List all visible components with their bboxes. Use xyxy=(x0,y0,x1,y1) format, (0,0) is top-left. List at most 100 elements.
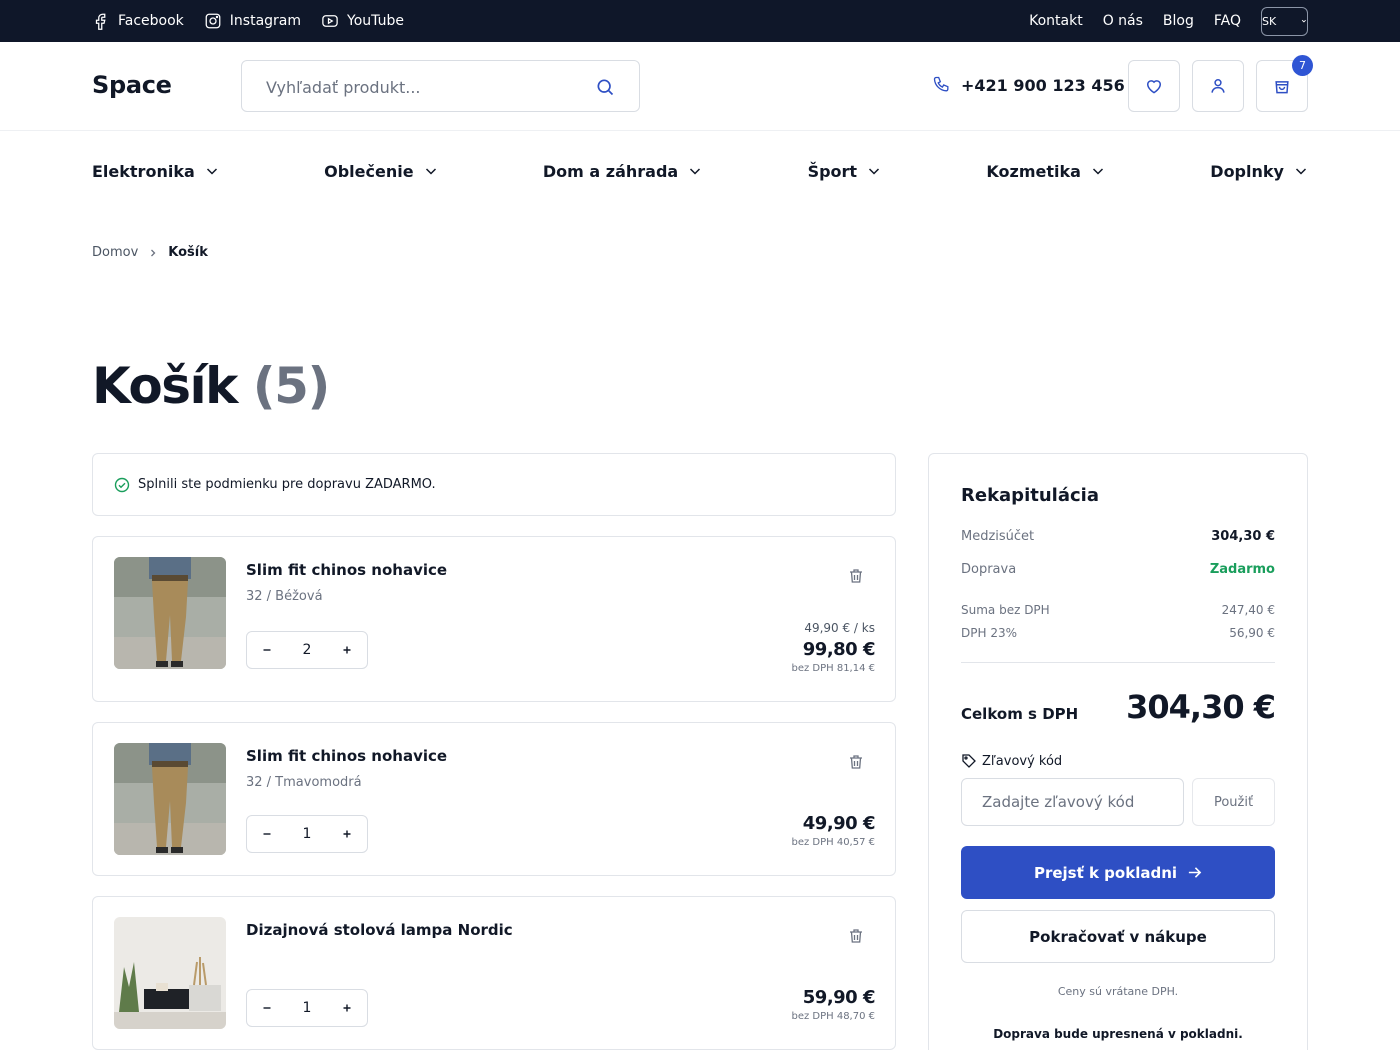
minus-icon[interactable] xyxy=(261,828,273,840)
vat-note: Ceny sú vrátane DPH. xyxy=(1057,985,1179,998)
category-label: Elektronika xyxy=(92,161,195,181)
trash-icon[interactable] xyxy=(847,753,865,771)
quantity-stepper: 1 xyxy=(246,815,368,853)
product-image[interactable] xyxy=(114,743,226,855)
breadcrumb-current: Košík xyxy=(168,245,208,260)
vat-value: 56,90 € xyxy=(1229,626,1275,640)
facebook-label: Facebook xyxy=(118,13,184,29)
cart-count-badge: 7 xyxy=(1292,55,1313,76)
net-value: 247,40 € xyxy=(1221,603,1275,617)
product-variant: 32 / Tmavomodrá xyxy=(246,775,362,790)
apply-promo-button[interactable]: Použiť xyxy=(1192,778,1275,826)
product-name[interactable]: Slim fit chinos nohavice xyxy=(246,747,447,765)
category-doplnky[interactable]: Doplnky xyxy=(1210,162,1308,181)
category-oblecenie[interactable]: Oblečenie xyxy=(324,162,437,181)
vat-row: DPH 23% 56,90 € xyxy=(961,626,1275,640)
cart-button[interactable]: 7 xyxy=(1256,55,1313,112)
promo-label-text: Zľavový kód xyxy=(982,753,1063,769)
plus-icon[interactable] xyxy=(341,1002,353,1014)
line-total: 49,90 € xyxy=(802,813,876,834)
subtotal-value: 304,30 € xyxy=(1211,529,1275,544)
chevron-down-icon xyxy=(1295,168,1306,175)
continue-shopping-button[interactable]: Pokračovať v nákupe xyxy=(961,910,1275,963)
chevron-down-icon xyxy=(1092,168,1103,175)
arrow-right-icon xyxy=(1188,867,1202,878)
instagram-link[interactable]: Instagram xyxy=(204,12,301,30)
category-label: Oblečenie xyxy=(324,161,414,181)
instagram-icon xyxy=(205,13,221,29)
language-value: SK xyxy=(1262,14,1277,28)
youtube-label: YouTube xyxy=(347,13,404,29)
vat-label: DPH 23% xyxy=(961,626,1017,640)
product-name[interactable]: Dizajnová stolová lampa Nordic xyxy=(246,921,513,939)
category-dom-a-zahrada[interactable]: Dom a záhrada xyxy=(543,162,702,181)
product-image[interactable] xyxy=(114,917,226,1029)
summary-title: Rekapitulácia xyxy=(961,485,1099,506)
wishlist-button[interactable] xyxy=(1128,60,1180,112)
price-block: 49,90 € bez DPH 40,57 € xyxy=(791,813,875,848)
phone-contact[interactable]: +421 900 123 456 xyxy=(932,75,1125,95)
shipping-row: Doprava Zadarmo xyxy=(961,562,1275,577)
product-variant: 32 / Béžová xyxy=(246,589,323,604)
shipping-value: Zadarmo xyxy=(1209,562,1275,577)
order-summary: Rekapitulácia Medzisúčet 304,30 € Doprav… xyxy=(928,453,1308,1050)
search-box xyxy=(241,60,640,112)
category-sport[interactable]: Šport xyxy=(808,162,882,181)
top-links: Kontakt O nás Blog FAQ SK xyxy=(1029,0,1308,42)
site-header: Space +421 900 123 456 7 xyxy=(0,42,1400,131)
chevron-down-icon xyxy=(869,168,880,175)
price-without-vat: bez DPH 40,57 € xyxy=(791,837,875,848)
quantity-value[interactable]: 1 xyxy=(303,826,312,842)
breadcrumb: Domov Košík xyxy=(92,245,208,260)
cart-item: Dizajnová stolová lampa Nordic 1 59,90 €… xyxy=(92,896,896,1050)
quantity-value[interactable]: 2 xyxy=(303,642,312,658)
toplink-o-nas[interactable]: O nás xyxy=(1103,13,1143,29)
price-without-vat: bez DPH 81,14 € xyxy=(791,663,875,674)
breadcrumb-home[interactable]: Domov xyxy=(92,245,138,260)
net-row: Suma bez DPH 247,40 € xyxy=(961,603,1275,617)
instagram-label: Instagram xyxy=(229,13,302,29)
plus-icon[interactable] xyxy=(341,644,353,656)
social-links: Facebook Instagram YouTube xyxy=(92,0,404,42)
minus-icon[interactable] xyxy=(261,1002,273,1014)
search-icon[interactable] xyxy=(595,77,615,97)
facebook-icon xyxy=(95,13,106,30)
toplink-faq[interactable]: FAQ xyxy=(1214,13,1241,29)
toplink-blog[interactable]: Blog xyxy=(1163,13,1194,29)
check-circle-icon xyxy=(114,477,130,492)
minus-icon[interactable] xyxy=(261,644,273,656)
account-button[interactable] xyxy=(1192,60,1244,112)
checkout-button[interactable]: Prejsť k pokladni xyxy=(961,846,1275,899)
divider xyxy=(961,662,1275,663)
category-label: Dom a záhrada xyxy=(542,161,679,181)
logo[interactable]: Space xyxy=(92,71,172,99)
cart-item-count: (5) xyxy=(252,357,331,415)
trash-icon[interactable] xyxy=(847,567,865,585)
phone-number: +421 900 123 456 xyxy=(961,75,1125,95)
plus-icon[interactable] xyxy=(341,828,353,840)
language-select[interactable]: SK xyxy=(1261,6,1308,36)
toplink-kontakt[interactable]: Kontakt xyxy=(1029,13,1083,29)
promo-code-input[interactable] xyxy=(961,778,1184,826)
cart-item: Slim fit chinos nohavice 32 / Tmavomodrá… xyxy=(92,722,896,876)
youtube-icon xyxy=(322,15,338,27)
promo-code-label: Zľavový kód xyxy=(961,753,1062,769)
trash-icon[interactable] xyxy=(847,927,865,945)
search-input[interactable] xyxy=(266,75,586,99)
shipping-note: Doprava bude upresnená v pokladni. xyxy=(993,1027,1243,1041)
product-image[interactable] xyxy=(114,557,226,669)
shipping-label: Doprava xyxy=(961,562,1017,577)
category-kozmetika[interactable]: Kozmetika xyxy=(986,162,1105,181)
youtube-link[interactable]: YouTube xyxy=(321,12,404,30)
price-without-vat: bez DPH 48,70 € xyxy=(791,1011,875,1022)
tag-icon xyxy=(962,754,976,768)
shopping-bag-icon xyxy=(1275,81,1289,94)
checkout-label: Prejsť k pokladni xyxy=(1033,863,1178,882)
user-icon xyxy=(1211,79,1225,93)
product-name[interactable]: Slim fit chinos nohavice xyxy=(246,561,447,579)
subtotal-label: Medzisúčet xyxy=(961,529,1035,544)
facebook-link[interactable]: Facebook xyxy=(92,12,184,30)
line-total: 59,90 € xyxy=(802,987,876,1008)
quantity-value[interactable]: 1 xyxy=(303,1000,312,1016)
category-elektronika[interactable]: Elektronika xyxy=(92,162,219,181)
